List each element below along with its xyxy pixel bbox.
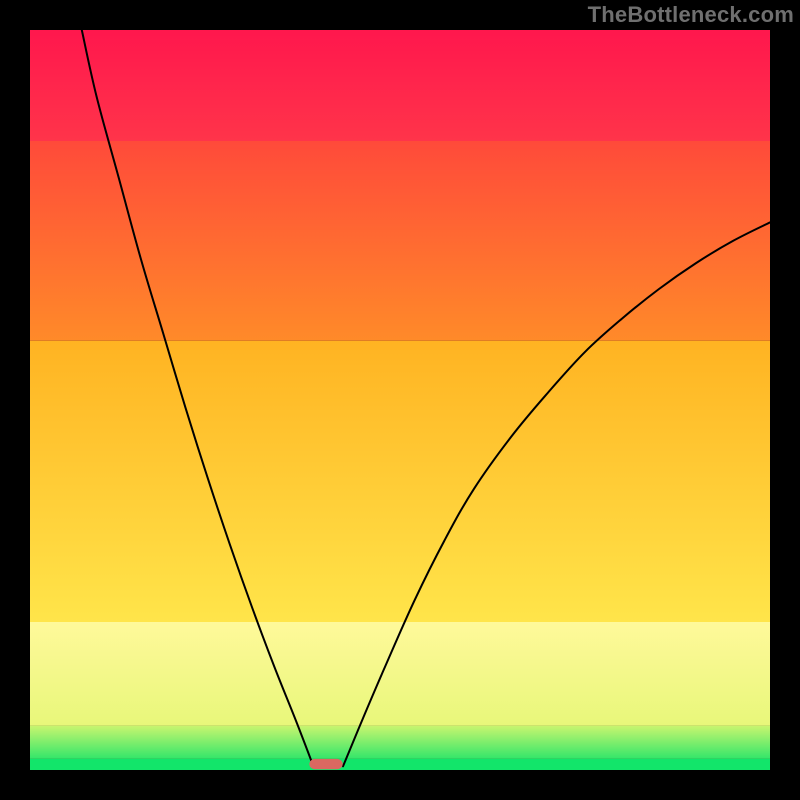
plot-area xyxy=(30,30,770,770)
optimal-marker xyxy=(309,759,342,769)
gradient-band xyxy=(30,622,770,726)
chart-svg xyxy=(30,30,770,770)
chart-container: TheBottleneck.com xyxy=(0,0,800,800)
watermark-label: TheBottleneck.com xyxy=(588,2,794,28)
gradient-band xyxy=(30,141,770,341)
gradient-band xyxy=(30,30,770,141)
gradient-band xyxy=(30,341,770,622)
gradient-band xyxy=(30,759,770,770)
gradient-band xyxy=(30,726,770,759)
